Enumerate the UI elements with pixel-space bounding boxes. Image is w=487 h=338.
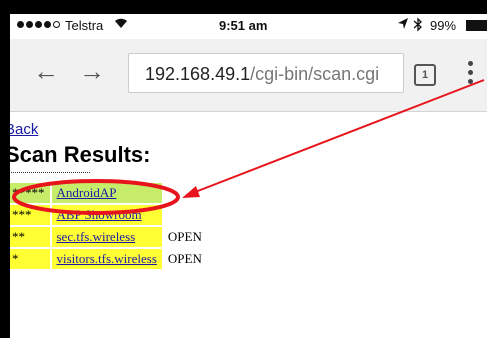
- battery-icon: [466, 20, 487, 31]
- ssid-cell: visitors.tfs.wireless: [51, 249, 162, 269]
- url-path: /cgi-bin/scan.cgi: [250, 64, 380, 84]
- overflow-menu-icon[interactable]: [468, 61, 473, 84]
- forward-arrow-icon[interactable]: →: [79, 56, 105, 86]
- page-title: Scan Results:: [10, 142, 151, 167]
- signal-stars: **: [10, 227, 50, 247]
- ssid-cell: ABP Showroom: [51, 205, 162, 225]
- ssid-link[interactable]: visitors.tfs.wireless: [57, 251, 157, 266]
- url-host: 192.168.49.1: [145, 64, 251, 84]
- battery-percent: 99%: [430, 18, 457, 33]
- ssid-link[interactable]: sec.tfs.wireless: [57, 229, 136, 244]
- result-row: * visitors.tfs.wireless OPEN: [10, 249, 207, 269]
- ssid-link[interactable]: AndroidAP: [57, 185, 117, 200]
- back-arrow-icon[interactable]: ←: [33, 56, 59, 86]
- security-cell: OPEN: [167, 229, 202, 244]
- signal-stars: *****: [10, 183, 50, 203]
- security-cell: OPEN: [167, 251, 202, 266]
- status-bar: Telstra 9:51 am 99%: [10, 14, 487, 39]
- signal-stars: ***: [10, 205, 50, 225]
- result-row: *** ABP Showroom: [10, 205, 207, 225]
- phone-screen: Telstra 9:51 am 99% ← → 192.168.49.1/cgi…: [10, 14, 487, 338]
- back-link[interactable]: Back: [10, 121, 38, 138]
- location-arrow-icon: [397, 17, 409, 34]
- wifi-icon: [114, 17, 128, 32]
- result-row: ***** AndroidAP: [10, 183, 207, 203]
- clock: 9:51 am: [219, 18, 268, 33]
- bluetooth-icon: [413, 17, 423, 35]
- ssid-cell: sec.tfs.wireless: [51, 227, 162, 247]
- signal-stars: *: [10, 249, 50, 269]
- ssid-link[interactable]: ABP Showroom: [57, 207, 142, 222]
- security-cell: [164, 205, 207, 225]
- carrier-name: Telstra: [65, 18, 104, 33]
- scan-results-table: ***** AndroidAP *** ABP Showroom ** sec.tfs.w…: [10, 181, 209, 271]
- title-divider: [10, 172, 90, 173]
- browser-toolbar: ← → 192.168.49.1/cgi-bin/scan.cgi 1: [10, 39, 487, 112]
- ssid-cell: AndroidAP: [51, 183, 162, 203]
- result-row: ** sec.tfs.wireless OPEN: [10, 227, 207, 247]
- tab-switcher-button[interactable]: 1: [414, 64, 436, 86]
- address-bar[interactable]: 192.168.49.1/cgi-bin/scan.cgi: [128, 53, 404, 93]
- signal-strength-icon: [17, 21, 60, 28]
- security-cell: [164, 183, 207, 203]
